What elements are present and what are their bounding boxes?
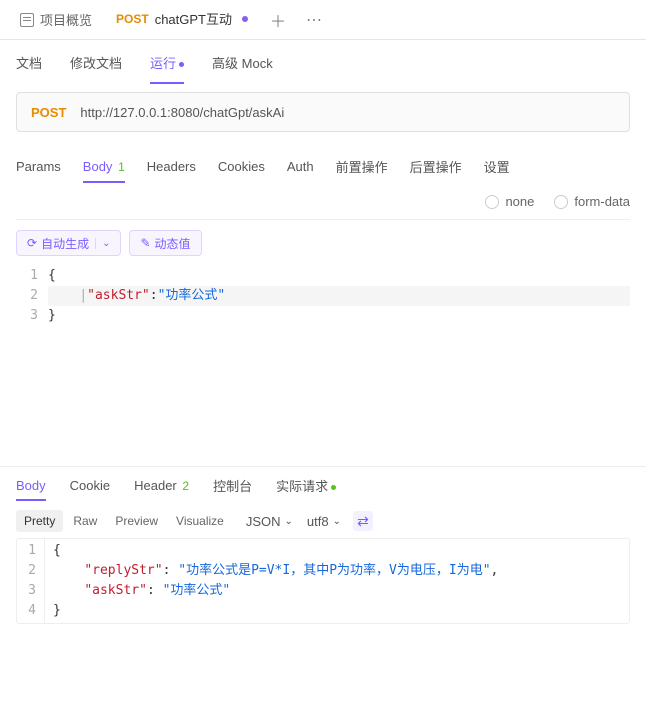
body-toolbar: ⟳ 自动生成 ⌄ ✎ 动态值 bbox=[0, 220, 646, 266]
resp-tab-actual-label: 实际请求 bbox=[276, 479, 328, 494]
actual-dot-icon bbox=[331, 485, 336, 490]
magic-icon: ✎ bbox=[140, 236, 150, 250]
resp-tab-header-label: Header bbox=[134, 478, 177, 493]
radio-icon bbox=[554, 195, 568, 209]
body-type-none-label: none bbox=[505, 194, 534, 209]
unsaved-dot-icon bbox=[242, 16, 248, 22]
more-tabs-button[interactable]: ⋯ bbox=[296, 10, 332, 30]
chevron-down-icon: ⌄ bbox=[333, 516, 341, 527]
req-tab-auth[interactable]: Auth bbox=[287, 151, 314, 182]
format-label: JSON bbox=[246, 514, 281, 529]
body-count-badge: 1 bbox=[118, 160, 125, 174]
dynamic-value-button[interactable]: ✎ 动态值 bbox=[129, 230, 201, 256]
chevron-down-icon[interactable]: ⌄ bbox=[95, 238, 110, 249]
response-toolbar: Pretty Raw Preview Visualize JSON ⌄ utf8… bbox=[0, 504, 646, 538]
radio-icon bbox=[485, 195, 499, 209]
run-dot-icon bbox=[179, 62, 184, 67]
req-tab-cookies[interactable]: Cookies bbox=[218, 151, 265, 182]
sub-tab-run-label: 运行 bbox=[150, 56, 176, 71]
sub-tab-doc[interactable]: 文档 bbox=[16, 41, 42, 84]
auto-generate-label: 自动生成 bbox=[41, 235, 89, 252]
format-selector[interactable]: JSON ⌄ bbox=[246, 514, 293, 529]
url-input[interactable]: http://127.0.0.1:8080/chatGpt/askAi bbox=[80, 105, 629, 120]
view-raw-button[interactable]: Raw bbox=[65, 510, 105, 532]
resp-tab-cookie[interactable]: Cookie bbox=[70, 470, 110, 501]
code-area[interactable]: { |"askStr":"功率公式" } bbox=[48, 266, 630, 426]
resp-tab-console[interactable]: 控制台 bbox=[213, 468, 252, 503]
req-tab-pre[interactable]: 前置操作 bbox=[336, 149, 388, 184]
sub-tab-mock[interactable]: 高级 Mock bbox=[212, 41, 273, 84]
header-count-badge: 2 bbox=[182, 479, 189, 493]
view-visualize-button[interactable]: Visualize bbox=[168, 510, 232, 532]
dynamic-value-label: 动态值 bbox=[155, 235, 191, 252]
auto-generate-button[interactable]: ⟳ 自动生成 ⌄ bbox=[16, 230, 121, 256]
spacer bbox=[0, 426, 646, 466]
sub-tab-run[interactable]: 运行 bbox=[150, 41, 184, 84]
tab-overview[interactable]: 项目概览 bbox=[8, 0, 104, 39]
chevron-down-icon: ⌄ bbox=[285, 516, 293, 527]
sub-tab-bar: 文档 修改文档 运行 高级 Mock bbox=[0, 40, 646, 84]
tab-method-label: POST bbox=[116, 12, 149, 26]
body-type-form-data[interactable]: form-data bbox=[554, 194, 630, 209]
req-tab-headers[interactable]: Headers bbox=[147, 151, 196, 182]
encoding-selector[interactable]: utf8 ⌄ bbox=[307, 514, 341, 529]
resp-tab-header[interactable]: Header 2 bbox=[134, 470, 189, 501]
req-tab-body-label: Body bbox=[83, 159, 113, 174]
body-type-none[interactable]: none bbox=[485, 194, 534, 209]
request-tab-bar: Params Body 1 Headers Cookies Auth 前置操作 … bbox=[0, 148, 646, 184]
encoding-label: utf8 bbox=[307, 514, 329, 529]
tab-overview-label: 项目概览 bbox=[40, 10, 92, 29]
document-icon bbox=[20, 13, 34, 27]
tab-name-label: chatGPT互动 bbox=[155, 9, 232, 28]
response-body-viewer[interactable]: 1 2 3 4 { "replyStr": "功率公式是P=V*I，其中P为功率… bbox=[16, 538, 630, 624]
req-tab-post[interactable]: 后置操作 bbox=[410, 149, 462, 184]
resp-tab-body[interactable]: Body bbox=[16, 470, 46, 501]
body-type-form-data-label: form-data bbox=[574, 194, 630, 209]
body-type-row: none form-data bbox=[0, 184, 646, 219]
method-selector[interactable]: POST bbox=[17, 105, 80, 120]
req-tab-params[interactable]: Params bbox=[16, 151, 61, 182]
req-tab-settings[interactable]: 设置 bbox=[484, 149, 510, 184]
view-pretty-button[interactable]: Pretty bbox=[16, 510, 63, 532]
line-gutter: 1 2 3 4 bbox=[17, 539, 45, 623]
req-tab-body[interactable]: Body 1 bbox=[83, 151, 125, 182]
line-gutter: 1 2 3 bbox=[16, 266, 48, 426]
url-bar[interactable]: POST http://127.0.0.1:8080/chatGpt/askAi bbox=[16, 92, 630, 132]
wrap-toggle-button[interactable]: ⇄ bbox=[353, 511, 373, 531]
tab-chatgpt[interactable]: POST chatGPT互动 bbox=[104, 0, 260, 39]
resp-tab-actual[interactable]: 实际请求 bbox=[276, 468, 336, 503]
request-body-editor[interactable]: 1 2 3 { |"askStr":"功率公式" } bbox=[16, 266, 630, 426]
add-tab-button[interactable]: ＋ bbox=[260, 8, 296, 32]
view-preview-button[interactable]: Preview bbox=[107, 510, 166, 532]
response-tab-bar: Body Cookie Header 2 控制台 实际请求 bbox=[0, 466, 646, 504]
top-tab-bar: 项目概览 POST chatGPT互动 ＋ ⋯ bbox=[0, 0, 646, 40]
refresh-icon: ⟳ bbox=[27, 236, 37, 250]
code-area: { "replyStr": "功率公式是P=V*I，其中P为功率，V为电压，I为… bbox=[45, 539, 629, 623]
sub-tab-edit-doc[interactable]: 修改文档 bbox=[70, 41, 122, 84]
